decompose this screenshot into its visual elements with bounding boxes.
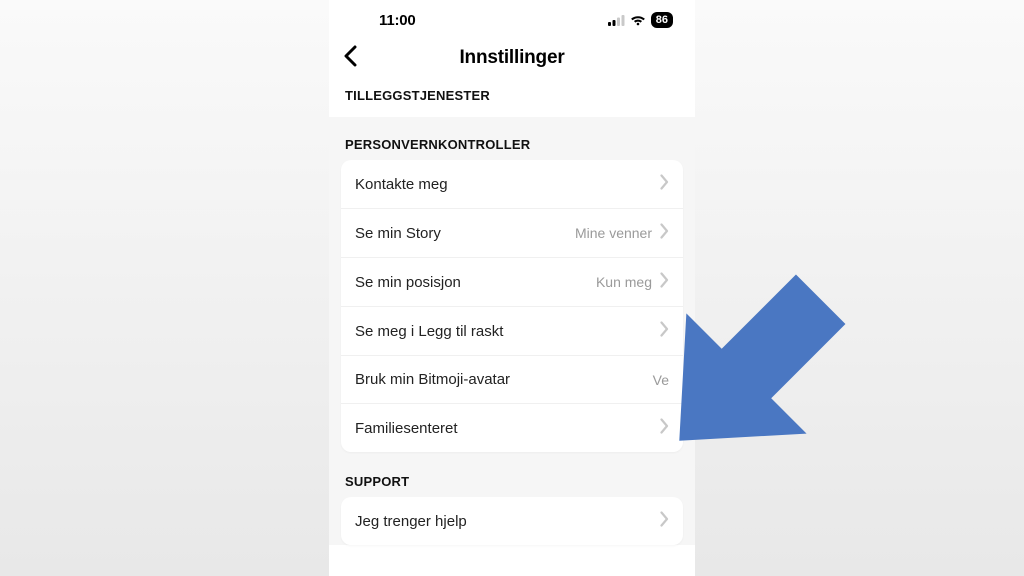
phone-screen: 11:00 86 Innsti bbox=[329, 0, 695, 576]
row-value: Kun meg bbox=[596, 274, 652, 290]
navigation-bar: Innstillinger bbox=[329, 36, 695, 84]
content-area: PERSONVERNKONTROLLER Kontakte meg Se min… bbox=[329, 117, 695, 545]
row-label: Se min posisjon bbox=[355, 274, 461, 291]
support-list: Jeg trenger hjelp bbox=[341, 497, 683, 545]
chevron-right-icon bbox=[660, 511, 669, 531]
row-value: Ve bbox=[653, 372, 669, 388]
chevron-right-icon bbox=[660, 174, 669, 194]
status-bar: 11:00 86 bbox=[329, 0, 695, 36]
row-label: Kontakte meg bbox=[355, 176, 448, 193]
privacy-list: Kontakte meg Se min Story Mine venner bbox=[341, 160, 683, 452]
wifi-icon bbox=[630, 14, 646, 26]
section-header-additional: TILLEGGSTJENESTER bbox=[329, 84, 695, 117]
chevron-right-icon bbox=[660, 223, 669, 243]
section-header-support: SUPPORT bbox=[329, 452, 695, 497]
row-see-my-story[interactable]: Se min Story Mine venner bbox=[341, 209, 683, 258]
chevron-right-icon bbox=[660, 321, 669, 341]
battery-level: 86 bbox=[651, 12, 673, 28]
row-label: Se meg i Legg til raskt bbox=[355, 323, 503, 340]
row-label: Jeg trenger hjelp bbox=[355, 513, 467, 530]
cellular-icon bbox=[608, 15, 625, 26]
section-header-privacy: PERSONVERNKONTROLLER bbox=[329, 123, 695, 160]
row-need-help[interactable]: Jeg trenger hjelp bbox=[341, 497, 683, 545]
clock: 11:00 bbox=[379, 12, 416, 29]
page-title: Innstillinger bbox=[343, 47, 681, 69]
row-value: Mine venner bbox=[575, 225, 652, 241]
row-bitmoji-avatar[interactable]: Bruk min Bitmoji-avatar Ve bbox=[341, 356, 683, 404]
row-see-my-location[interactable]: Se min posisjon Kun meg bbox=[341, 258, 683, 307]
chevron-right-icon bbox=[660, 418, 669, 438]
status-icons: 86 bbox=[608, 12, 673, 28]
row-family-center[interactable]: Familiesenteret bbox=[341, 404, 683, 452]
row-label: Familiesenteret bbox=[355, 420, 458, 437]
row-label: Bruk min Bitmoji-avatar bbox=[355, 371, 510, 388]
chevron-right-icon bbox=[660, 272, 669, 292]
row-contact-me[interactable]: Kontakte meg bbox=[341, 160, 683, 209]
row-quick-add[interactable]: Se meg i Legg til raskt bbox=[341, 307, 683, 356]
row-label: Se min Story bbox=[355, 225, 441, 242]
back-button[interactable] bbox=[343, 45, 357, 71]
